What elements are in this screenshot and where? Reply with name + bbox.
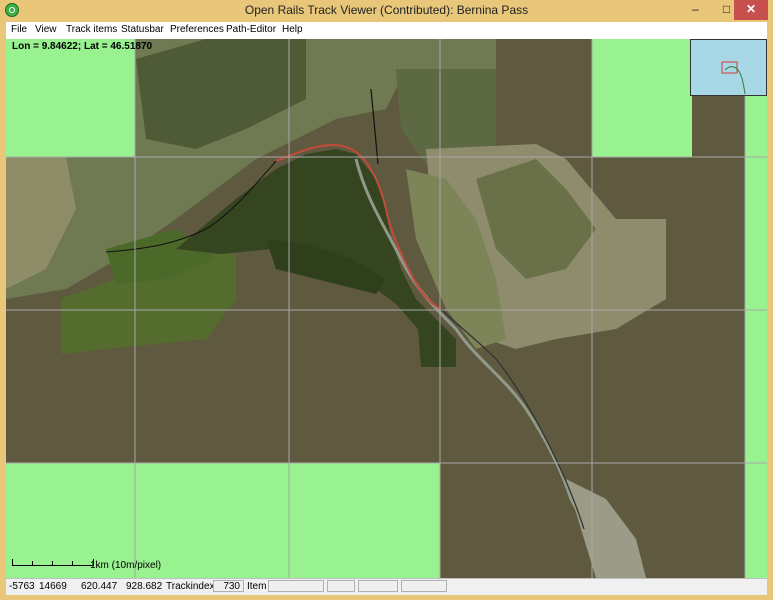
trackindex-value: 730 [213, 580, 244, 592]
menu-statusbar[interactable]: Statusbar [121, 24, 164, 35]
overview-map[interactable] [690, 39, 767, 96]
close-button[interactable]: ✕ [734, 0, 768, 20]
empty-tile [745, 39, 767, 578]
overview-map-drawing [721, 61, 746, 95]
window-title: Open Rails Track Viewer (Contributed): B… [244, 3, 529, 17]
x-value: 620.447 [81, 581, 118, 592]
town-area [566, 479, 646, 578]
menu-help[interactable]: Help [282, 24, 303, 35]
tile-z-value: 14669 [39, 581, 67, 592]
z-value: 928.682 [126, 581, 163, 592]
trackindex-label: Trackindex [166, 581, 215, 592]
menu-file[interactable]: File [11, 24, 27, 35]
empty-tile [6, 39, 135, 157]
menu-preferences[interactable]: Preferences [170, 24, 224, 35]
overview-track [724, 66, 746, 95]
terrain-map [6, 39, 767, 578]
status-field [358, 580, 398, 592]
scale-tick [52, 561, 53, 565]
menu-bar: File View Track items Statusbar Preferen… [6, 22, 767, 40]
title-bar: Open Rails Track Viewer (Contributed): B… [0, 0, 773, 22]
status-bar: -5763 14669 620.447 928.682 Trackindex 7… [6, 578, 767, 595]
status-field [401, 580, 447, 592]
coordinate-readout: Lon = 9.84622; Lat = 46.51870 [12, 41, 153, 52]
status-field [327, 580, 355, 592]
scale-tick [32, 561, 33, 565]
empty-tile [592, 39, 692, 157]
scale-label: 1km (10m/pixel) [90, 560, 162, 571]
scale-bar [12, 559, 94, 566]
menu-track-items[interactable]: Track items [66, 24, 117, 35]
scale-tick [72, 561, 73, 565]
menu-path-editor[interactable]: Path-Editor [226, 24, 276, 35]
item-value-field [268, 580, 324, 592]
item-label: Item [247, 581, 267, 592]
tile-x-value: -5763 [9, 581, 35, 592]
menu-view[interactable]: View [35, 24, 57, 35]
minimize-button[interactable]: – [681, 0, 710, 20]
map-viewport[interactable]: Lon = 9.84622; Lat = 46.51870 1km (10m/p… [6, 39, 767, 578]
